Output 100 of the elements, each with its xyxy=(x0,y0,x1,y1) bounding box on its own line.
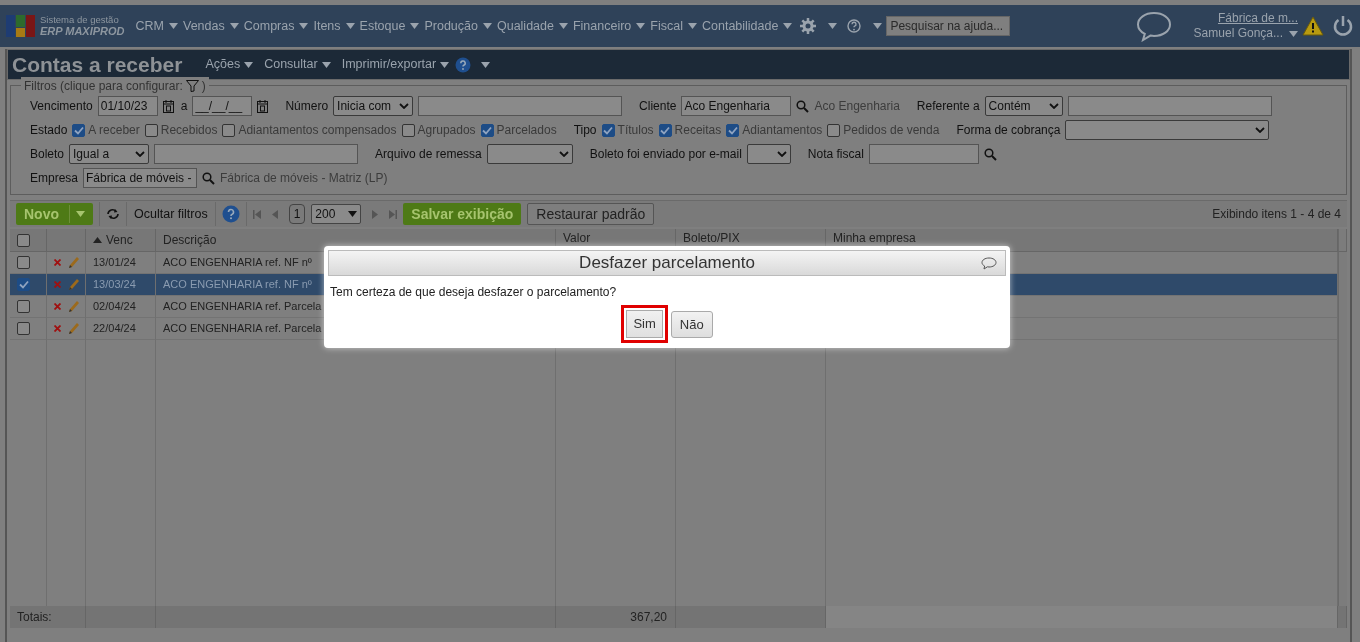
select-field[interactable] xyxy=(746,144,791,164)
select-all-checkbox[interactable] xyxy=(17,233,30,247)
menu-item[interactable]: Estoque xyxy=(358,16,407,36)
menu-item[interactable]: CRM xyxy=(134,16,165,36)
caret-icon[interactable] xyxy=(76,211,85,217)
input-field[interactable]: Fábrica de móveis - xyxy=(83,168,198,188)
select-field[interactable] xyxy=(486,144,573,164)
horizontal-scrollbar[interactable] xyxy=(826,606,1338,628)
caret-icon[interactable] xyxy=(482,23,492,29)
caret-icon[interactable] xyxy=(636,23,646,29)
dialog-button[interactable]: Sim xyxy=(621,305,668,343)
calendar-icon[interactable] xyxy=(162,99,174,113)
checkbox[interactable] xyxy=(827,123,841,137)
delete-icon[interactable] xyxy=(54,303,61,310)
caret-icon[interactable] xyxy=(348,211,358,217)
caret-icon[interactable] xyxy=(229,23,239,29)
checkbox[interactable] xyxy=(480,123,494,137)
caret-icon[interactable] xyxy=(321,61,331,68)
page-size-select[interactable]: 200 xyxy=(311,204,362,224)
menu-item[interactable]: Qualidade xyxy=(495,16,555,36)
restore-default-button[interactable]: Restaurar padrão xyxy=(527,203,655,225)
help-icon[interactable] xyxy=(847,19,862,33)
lookup-text: Aco Engenharia xyxy=(814,98,900,115)
menu-item[interactable]: Produção xyxy=(423,16,479,36)
power-icon[interactable] xyxy=(1332,15,1354,37)
checkbox[interactable] xyxy=(72,123,86,137)
caret-icon[interactable] xyxy=(169,23,178,29)
user-name[interactable]: Samuel Gonça... xyxy=(1193,26,1283,41)
refresh-icon[interactable] xyxy=(106,208,120,220)
menu-item[interactable]: Contabilidade xyxy=(701,16,780,36)
caret-icon[interactable] xyxy=(481,61,491,68)
chat-icon[interactable] xyxy=(1135,10,1172,42)
row-checkbox[interactable] xyxy=(17,278,30,291)
edit-icon[interactable] xyxy=(67,277,80,292)
menu-item[interactable]: Fiscal xyxy=(649,16,684,36)
select-field[interactable]: Contém xyxy=(984,96,1063,116)
filter-label: Referente a xyxy=(916,98,980,115)
caret-icon[interactable] xyxy=(783,23,793,29)
menu-item[interactable]: Financeiro xyxy=(571,16,633,36)
row-checkbox[interactable] xyxy=(17,256,30,269)
help-icon[interactable] xyxy=(221,205,240,223)
input-field[interactable] xyxy=(868,144,979,164)
menu-item[interactable]: Ações xyxy=(204,55,242,74)
calendar-icon[interactable] xyxy=(257,99,269,113)
input-field[interactable] xyxy=(1067,96,1272,116)
warning-icon[interactable] xyxy=(1302,16,1324,36)
caret-icon[interactable] xyxy=(410,23,420,29)
input-field[interactable] xyxy=(154,144,359,164)
date-field[interactable]: 01/10/23 xyxy=(97,96,158,116)
checkbox[interactable] xyxy=(601,123,615,137)
delete-icon[interactable] xyxy=(54,259,61,266)
menu-item[interactable]: Compras xyxy=(242,16,296,36)
filter-icon[interactable] xyxy=(185,80,199,92)
date-field[interactable]: __/__/__ xyxy=(192,96,253,116)
page-number-field[interactable]: 1 xyxy=(288,204,306,224)
hide-filters-button[interactable]: Ocultar filtros xyxy=(133,203,209,225)
select-field[interactable]: Igual a xyxy=(69,144,150,164)
delete-icon[interactable] xyxy=(54,325,61,332)
filter-legend: Filtros (clique para configurar: xyxy=(24,77,183,95)
caret-icon[interactable] xyxy=(688,23,697,29)
menu-item[interactable]: Itens xyxy=(312,16,342,36)
help-icon[interactable] xyxy=(455,56,472,73)
caret-icon[interactable] xyxy=(299,23,309,29)
dialog-button[interactable]: Não xyxy=(670,311,713,338)
new-button[interactable]: Novo xyxy=(16,203,93,225)
caret-icon[interactable] xyxy=(873,23,883,29)
input-field[interactable] xyxy=(418,96,623,116)
items-count: Exibindo itens 1 - 4 de 4 xyxy=(1212,206,1341,223)
caret-icon[interactable] xyxy=(1289,30,1298,37)
checkbox[interactable] xyxy=(401,123,415,137)
caret-icon[interactable] xyxy=(828,23,838,29)
save-view-button[interactable]: Salvar exibição xyxy=(403,203,522,225)
row-checkbox[interactable] xyxy=(17,322,30,335)
row-checkbox[interactable] xyxy=(17,300,30,313)
menu-item[interactable]: Vendas xyxy=(182,16,226,36)
settings-icon[interactable] xyxy=(800,18,817,34)
checkbox[interactable] xyxy=(144,123,158,137)
comment-icon[interactable] xyxy=(981,257,997,270)
search-icon[interactable] xyxy=(796,99,810,113)
caret-icon[interactable] xyxy=(345,23,355,29)
column-header[interactable]: Venc xyxy=(86,229,156,252)
caret-icon[interactable] xyxy=(440,61,450,68)
search-icon[interactable] xyxy=(202,171,216,185)
search-icon[interactable] xyxy=(983,147,997,161)
sort-icon[interactable] xyxy=(93,237,102,243)
company-link[interactable]: Fábrica de m... xyxy=(1217,11,1298,25)
checkbox[interactable] xyxy=(658,123,672,137)
checkbox[interactable] xyxy=(726,123,740,137)
caret-icon[interactable] xyxy=(244,61,254,68)
menu-item[interactable]: Imprimir/exportar xyxy=(340,55,438,74)
help-search-field[interactable]: Pesquisar na ajuda... xyxy=(886,16,1011,36)
scrollbar[interactable] xyxy=(1338,229,1347,252)
select-field[interactable]: Inicia com xyxy=(333,96,414,116)
menu-item[interactable]: Consultar xyxy=(263,55,319,74)
select-field[interactable] xyxy=(1065,120,1270,140)
caret-icon[interactable] xyxy=(558,23,568,29)
checkbox[interactable] xyxy=(222,123,236,137)
input-field[interactable]: Aco Engenharia xyxy=(681,96,792,116)
table-cell: 02/04/24 xyxy=(86,296,156,318)
column-header[interactable]: Minha empresa xyxy=(826,229,1338,252)
